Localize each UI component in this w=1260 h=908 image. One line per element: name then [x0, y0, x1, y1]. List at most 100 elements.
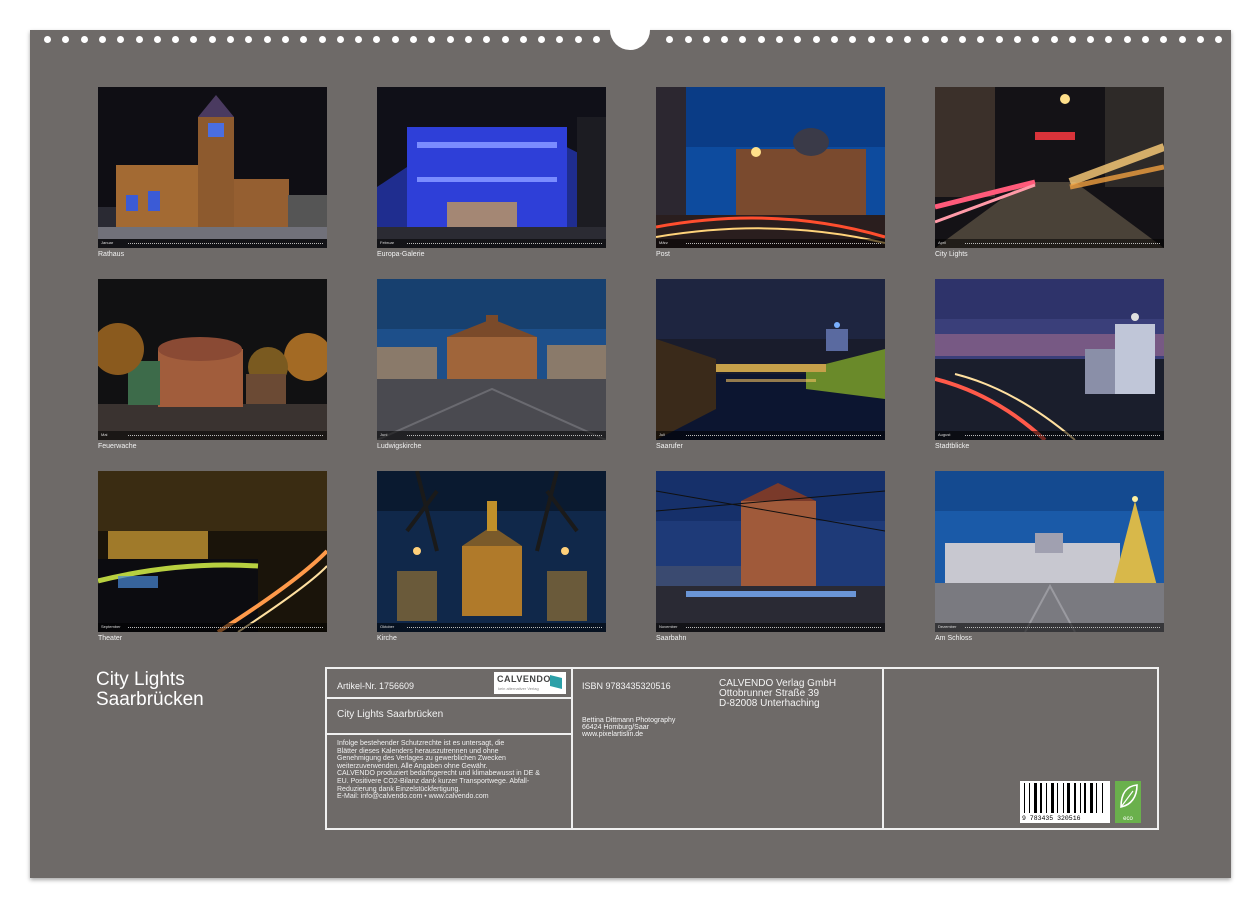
binding-hole — [1105, 36, 1113, 43]
binding-hole — [227, 36, 234, 43]
binding-hole — [977, 36, 985, 43]
month-caption: Ludwigskirche — [377, 443, 422, 450]
binding-hole — [885, 36, 893, 43]
binding-hole — [153, 36, 161, 43]
binding-hole — [1050, 36, 1058, 43]
month-label: Juli — [659, 432, 666, 437]
binding-hole — [62, 36, 70, 43]
binding-hole — [1068, 36, 1076, 43]
calendar-back-sheet: Januar Rathaus Februar Europa-Galerie Mä… — [30, 26, 1231, 878]
binding-hole — [1032, 36, 1040, 43]
month-caption: Stadtblicke — [935, 443, 970, 450]
binding-hole — [172, 36, 180, 43]
binding-hole — [1215, 36, 1223, 43]
binding-hole — [245, 36, 253, 43]
month-caption: Feuerwache — [98, 443, 137, 450]
binding-hole — [80, 36, 88, 43]
binding-hole — [757, 36, 765, 43]
binding-hole — [1142, 36, 1149, 43]
barcode-number: 9 783435 320516 — [1022, 815, 1081, 822]
binding-hole — [593, 36, 600, 43]
month-label: Februar — [380, 240, 395, 245]
binding-hole — [666, 36, 674, 43]
month-label: April — [938, 240, 947, 245]
binding-hole — [446, 36, 454, 43]
binding-hole — [739, 36, 747, 43]
product-title: City Lights Saarbrücken — [337, 709, 444, 720]
binding-hole — [318, 36, 326, 43]
binding-hole — [336, 36, 344, 43]
binding-hole — [464, 36, 472, 43]
binding-hole — [281, 36, 289, 43]
month-label: Dezember — [938, 624, 957, 629]
barcode: 9 783435 320516 — [1020, 781, 1110, 823]
binding-hole — [849, 36, 857, 43]
month-caption: Theater — [98, 635, 123, 642]
month-label: Mai — [101, 432, 108, 437]
month-photo-city-lights: April — [935, 87, 1164, 248]
month-photo-am-schloss: Dezember — [935, 471, 1164, 632]
binding-hole — [1087, 36, 1095, 43]
binding-hole — [1160, 36, 1168, 43]
calvendo-logo: CALVENDO kein alternativer Verlag — [494, 672, 566, 694]
isbn: ISBN 9783435320516 — [582, 681, 671, 691]
month-photo-saarufer: Juli — [656, 279, 885, 440]
binding-hole — [501, 36, 509, 43]
month-photo-europa-galerie: Februar — [377, 87, 606, 248]
month-photo-theater: September — [98, 471, 327, 632]
month-caption: Post — [656, 251, 671, 258]
binding-hole — [1013, 36, 1021, 43]
binding-hole — [940, 36, 948, 43]
binding-hole — [300, 36, 308, 43]
month-photo-feuerwache: Mai — [98, 279, 327, 440]
month-label: Oktober — [380, 624, 395, 629]
month-label: August — [938, 432, 951, 437]
binding-hole — [776, 36, 783, 43]
binding-hole — [391, 36, 399, 43]
binding-hole — [538, 36, 546, 43]
month-photo-saarbahn: November — [656, 471, 885, 632]
binding-hole — [355, 36, 363, 43]
binding-hole — [44, 36, 51, 43]
binding-hole — [867, 36, 875, 43]
binding-hole — [959, 36, 966, 43]
binding-hole — [1196, 36, 1204, 43]
month-photo-stadtblicke: August — [935, 279, 1164, 440]
article-number: Artikel-Nr. 1756609 — [337, 681, 415, 691]
month-label: September — [101, 624, 121, 629]
binding-hole — [904, 36, 912, 43]
hanger-cutout — [610, 26, 650, 50]
binding-hole — [519, 36, 527, 43]
calendar-title: City Lights Saarbrücken — [96, 670, 204, 710]
month-photo-rathaus: Januar — [98, 87, 327, 248]
month-caption: Kirche — [377, 635, 397, 642]
binding-hole — [263, 36, 271, 43]
binding-hole — [922, 36, 930, 43]
month-caption: Europa-Galerie — [377, 251, 425, 258]
month-caption: Am Schloss — [935, 635, 972, 642]
title-line-2: Saarbrücken — [96, 689, 204, 710]
binding-hole — [98, 36, 106, 43]
binding-hole — [995, 36, 1003, 43]
binding-hole — [483, 36, 491, 43]
binding-hole — [117, 36, 125, 43]
binding-hole — [373, 36, 381, 43]
binding-hole — [428, 36, 436, 43]
binding-hole — [1123, 36, 1131, 43]
binding-hole — [721, 36, 729, 43]
author-info: Bettina Dittmann Photography 66424 Hombu… — [582, 717, 676, 738]
binding-hole — [812, 36, 820, 43]
month-caption: City Lights — [935, 251, 968, 258]
publisher-address: CALVENDO Verlag GmbH Ottobrunner Straße … — [719, 678, 837, 709]
month-photo-post: März — [656, 87, 885, 248]
month-caption: Saarbahn — [656, 635, 687, 642]
binding-hole — [794, 36, 802, 43]
eco-badge: eco — [1115, 781, 1141, 823]
month-label: Januar — [101, 240, 114, 245]
month-caption: Rathaus — [98, 251, 125, 258]
title-line-1: City Lights — [96, 669, 185, 690]
leaf-icon — [1120, 784, 1138, 808]
binding-hole — [135, 36, 143, 43]
binding-hole — [556, 36, 564, 43]
month-caption: Saarufer — [656, 443, 683, 450]
